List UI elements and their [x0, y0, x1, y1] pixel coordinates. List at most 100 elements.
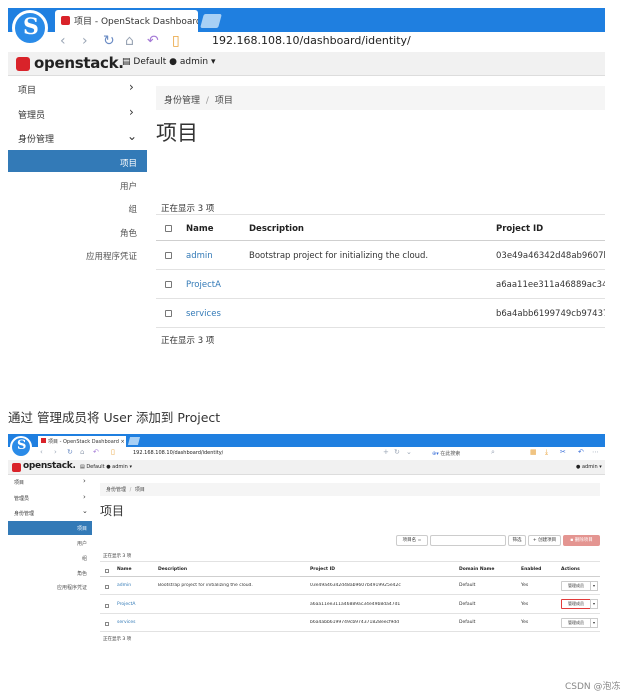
filter-button[interactable]: 筛选	[508, 535, 526, 546]
manage-members-button[interactable]: 管理成员	[561, 581, 591, 591]
chevron-right-icon: ›	[129, 105, 134, 119]
table-cell-domain: Default	[459, 583, 476, 588]
sidebar-subitem-groups[interactable]: 组	[57, 203, 137, 215]
openstack-favicon-icon	[41, 438, 46, 443]
sidebar-subitem-users[interactable]: 用户	[57, 180, 137, 192]
sidebar-item-project[interactable]: 项目	[18, 83, 36, 96]
back-icon[interactable]: ‹	[60, 33, 66, 49]
table-cell-enabled: Yes	[521, 602, 529, 607]
reload-icon[interactable]: ↻	[103, 33, 115, 49]
undo-icon[interactable]: ↶	[147, 33, 159, 49]
column-header-project-id[interactable]: Project ID	[310, 567, 335, 572]
dot-icon: ●	[106, 464, 111, 470]
caret-down-icon: ▾	[592, 583, 595, 588]
search-field[interactable]: ⊕▾ 在此搜索	[432, 450, 460, 457]
row-checkbox[interactable]	[165, 281, 172, 288]
browser-tab[interactable]: 项目 - OpenStack Dashboard	[55, 10, 198, 32]
delete-project-button[interactable]: ▪ 删除项目	[563, 535, 600, 546]
table-cell-project-id: 03e49a46342d48ab9607b4919925e42c	[310, 583, 401, 588]
filter-input[interactable]	[430, 535, 506, 546]
chevron-icon[interactable]: ⌄	[406, 448, 412, 456]
table-cell-project-id: a6aa11ee311a46889ac34e49b8da47d1	[310, 602, 401, 607]
back-icon[interactable]: ‹	[40, 448, 43, 456]
chevron-down-icon: ⌄	[127, 129, 138, 143]
url-field[interactable]: 192.168.108.10/dashboard/identity/	[133, 450, 223, 456]
row-checkbox[interactable]	[105, 604, 109, 608]
reader-icon[interactable]: ▯	[111, 448, 115, 456]
sidebar-subitem-projects[interactable]: 项目	[57, 157, 137, 169]
row-checkbox[interactable]	[165, 252, 172, 259]
project-link-admin[interactable]: admin	[186, 251, 213, 261]
row-checkbox[interactable]	[105, 585, 109, 589]
column-header-description[interactable]: Description	[249, 224, 304, 234]
reader-icon[interactable]: ▯	[172, 33, 180, 49]
home-icon[interactable]: ⌂	[80, 448, 84, 456]
row-checkbox[interactable]	[165, 310, 172, 317]
more-icon[interactable]: ⋯	[592, 448, 599, 456]
select-all-checkbox[interactable]	[165, 225, 172, 232]
row-actions-dropdown[interactable]: ▾	[590, 599, 598, 609]
column-header-name[interactable]: Name	[186, 224, 213, 234]
search-icon[interactable]: ⌕	[491, 448, 495, 457]
row-actions-dropdown[interactable]: ▾	[590, 618, 598, 628]
column-header-description[interactable]: Description	[158, 567, 187, 572]
column-header-domain-name[interactable]: Domain Name	[459, 567, 494, 572]
manage-members-button[interactable]: 管理成员	[561, 618, 591, 628]
reload-icon[interactable]: ↻	[67, 448, 73, 456]
forward-icon[interactable]: ›	[54, 448, 57, 456]
sidebar-subitem-groups[interactable]: 组	[27, 555, 87, 562]
sidebar-item-admin[interactable]: 管理员	[14, 495, 29, 502]
sidebar-subitem-roles[interactable]: 角色	[27, 570, 87, 577]
sidebar-item-identity[interactable]: 身份管理	[18, 132, 54, 145]
filter-field-select[interactable]: 项目名 =	[396, 535, 428, 546]
search-engine-icon: ⊕▾	[432, 451, 439, 457]
sidebar-subitem-projects[interactable]: 项目	[27, 525, 87, 532]
project-link-projecta[interactable]: ProjectA	[117, 602, 135, 607]
project-selector[interactable]: ▤ Default ● admin ▾	[80, 464, 132, 470]
download-icon[interactable]: ⤓	[545, 448, 548, 457]
sidebar-item-project[interactable]: 项目	[14, 479, 24, 486]
new-tab-button[interactable]	[200, 14, 222, 28]
refresh-icon[interactable]: ↻	[394, 448, 400, 456]
url-field[interactable]: 192.168.108.10/dashboard/identity/	[212, 34, 411, 47]
tools-icon[interactable]: ✂	[560, 448, 566, 456]
row-checkbox[interactable]	[105, 622, 109, 626]
sidebar-subitem-users[interactable]: 用户	[27, 540, 87, 547]
new-tab-button[interactable]	[127, 437, 141, 445]
browser-logo-icon: S	[10, 436, 32, 458]
forward-icon[interactable]: ›	[82, 33, 88, 49]
column-header-project-id[interactable]: Project ID	[496, 224, 543, 234]
table-cell-domain: Default	[459, 620, 476, 625]
column-header-name[interactable]: Name	[117, 567, 132, 572]
project-link-projecta[interactable]: ProjectA	[186, 280, 221, 290]
browser-tab[interactable]: 项目 - OpenStack Dashboard ×	[38, 436, 126, 447]
undo-icon[interactable]: ↶	[93, 448, 99, 456]
select-all-checkbox[interactable]	[105, 569, 109, 573]
breadcrumb: 身份管理 / 项目	[156, 86, 605, 110]
caret-down-icon: ▾	[592, 601, 595, 606]
extension-icon[interactable]: ▦	[530, 448, 537, 456]
bookmark-icon[interactable]: +	[383, 448, 389, 456]
sidebar-subitem-app-credentials[interactable]: 应用程序凭证	[57, 250, 137, 262]
undo-history-icon[interactable]: ↶	[578, 448, 584, 456]
project-selector[interactable]: ▤ Default ● admin ▾	[122, 57, 216, 67]
user-menu[interactable]: ● admin ▾	[576, 464, 602, 470]
server-icon: ▤	[80, 464, 85, 470]
manage-members-button-highlighted[interactable]: 管理成员	[561, 599, 591, 609]
sidebar-subitem-roles[interactable]: 角色	[57, 227, 137, 239]
column-header-enabled[interactable]: Enabled	[521, 567, 541, 572]
sidebar-item-identity[interactable]: 身份管理	[14, 510, 34, 517]
sidebar-item-admin[interactable]: 管理员	[18, 108, 45, 121]
table-cell-project-id: b6a4abb6199749cb974371828eecf9dd	[310, 620, 400, 625]
brand: openstack.	[23, 461, 76, 471]
create-project-button[interactable]: + 创建项目	[528, 535, 561, 546]
project-link-services[interactable]: services	[186, 309, 221, 319]
project-link-services[interactable]: services	[117, 620, 135, 625]
home-icon[interactable]: ⌂	[125, 33, 134, 49]
project-link-admin[interactable]: admin	[117, 583, 131, 588]
chevron-right-icon: ›	[83, 493, 86, 501]
sidebar-subitem-app-credentials[interactable]: 应用程序凭证	[27, 584, 87, 591]
caption: 通过 管理成员将 User 添加到 Project	[8, 410, 221, 425]
divider	[156, 240, 605, 241]
row-actions-dropdown[interactable]: ▾	[590, 581, 598, 591]
